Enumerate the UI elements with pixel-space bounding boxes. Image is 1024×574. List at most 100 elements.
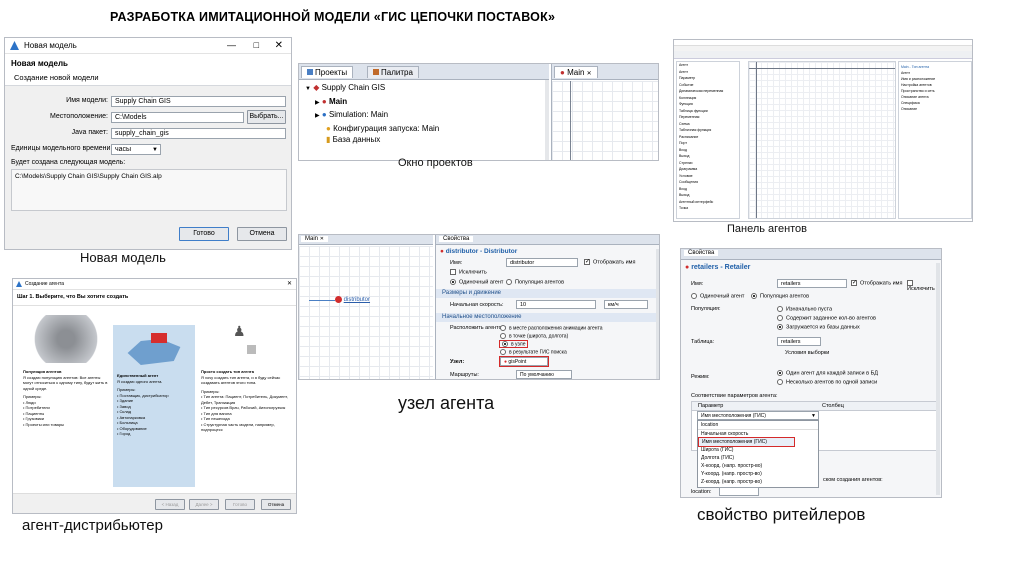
location-field[interactable] <box>719 487 759 496</box>
pop-option-1[interactable]: Содержит заданное кол-во агентов <box>777 315 876 321</box>
exclude-checkbox[interactable] <box>907 280 913 286</box>
location-label: Местоположение: <box>49 113 108 120</box>
dropdown-item[interactable]: location <box>698 421 818 430</box>
node-select[interactable]: ● gisPoint <box>499 356 549 367</box>
ret-single[interactable]: Одиночный агент <box>691 293 744 299</box>
param-dropdown-list[interactable]: location Начальная скорость Имя местопол… <box>697 420 819 488</box>
show-name-checkbox[interactable]: ✓ <box>851 280 857 286</box>
tab-palette[interactable]: Палитра <box>367 66 419 78</box>
ret-show-name[interactable]: ✓ Отображать имя <box>851 280 902 286</box>
show-name-checkbox[interactable]: ✓ <box>584 259 590 265</box>
next-button[interactable]: Далее > <box>189 499 219 510</box>
chevron-right-icon: ▶ <box>315 113 320 119</box>
back-button[interactable]: < Назад <box>155 499 185 510</box>
finish-button[interactable]: Готово <box>225 499 255 510</box>
minimize-icon[interactable]: — <box>227 40 236 50</box>
cancel-button[interactable]: Отмена <box>261 499 291 510</box>
distributor-node-label: distributor <box>343 297 371 304</box>
location-field[interactable]: C:\Models <box>111 112 244 123</box>
tree-scrollbar[interactable] <box>545 80 549 160</box>
dist-name-field[interactable]: distributor <box>506 258 578 267</box>
palette-item[interactable]: Точка <box>679 205 739 212</box>
maximize-icon[interactable]: □ <box>254 40 259 50</box>
option-single-agent[interactable]: Единственный агент Я создаю одного агент… <box>113 325 195 487</box>
routes-select[interactable]: По умолчанию <box>516 370 572 379</box>
mode-radio[interactable] <box>777 370 783 376</box>
dist-exclude[interactable]: Исключить <box>450 269 487 275</box>
tab-palette-label: Палитра <box>381 68 413 77</box>
dist-show-name[interactable]: ✓ Отображать имя <box>584 259 635 265</box>
section-location[interactable]: Начальное местоположение <box>436 313 659 322</box>
pop-option-2[interactable]: Загружается из базы данных <box>777 324 860 330</box>
dropdown-item[interactable]: Долгота (ГИС) <box>698 454 818 462</box>
tree-item-main[interactable]: ▶ ● Main <box>305 96 545 110</box>
model-name-field[interactable]: Supply Chain GIS <box>111 96 286 107</box>
mode-option-0[interactable]: Один агент для каждой записи в БД <box>777 370 878 376</box>
ret-scrollbar[interactable] <box>936 263 940 495</box>
tree-database-label: База данных <box>332 135 381 144</box>
java-package-field[interactable]: supply_chain_gis <box>111 128 286 139</box>
mode-radio[interactable] <box>777 379 783 385</box>
caption-projects-window: Окно проектов <box>398 157 473 169</box>
tree-item-root[interactable]: ▼ ◆ Supply Chain GIS <box>305 82 545 96</box>
close-icon[interactable]: ✕ <box>275 40 283 51</box>
tab-main[interactable]: ● Main ✕ <box>554 66 598 78</box>
place-option-2[interactable]: в узле <box>498 339 529 349</box>
tab-main[interactable]: Main ✕ <box>301 236 328 242</box>
speed-field[interactable]: 10 <box>516 300 596 309</box>
tab-properties[interactable]: Свойства <box>684 250 719 256</box>
pop-option-0[interactable]: Изначально пуста <box>777 306 832 312</box>
ret-name-field[interactable]: retailers <box>777 279 847 288</box>
agent-canvas[interactable] <box>748 61 896 219</box>
dropdown-item[interactable]: Начальная скорость <box>698 430 818 438</box>
dist-canvas[interactable] <box>299 246 433 379</box>
main-canvas[interactable] <box>552 81 658 160</box>
tree-item-simulation[interactable]: ▶ ● Simulation: Main <box>305 109 545 123</box>
close-icon[interactable]: ✕ <box>587 71 592 77</box>
dist-single[interactable]: Одиночный агент <box>450 279 503 285</box>
dropdown-item[interactable]: Широта (ГИС) <box>698 446 818 454</box>
dropdown-item[interactable]: X-коорд. (напр. простр-во) <box>698 462 818 470</box>
pop-radio[interactable] <box>777 315 783 321</box>
close-icon[interactable]: ✕ <box>287 279 292 289</box>
cancel-button[interactable]: Отмена <box>237 227 287 241</box>
distributor-node[interactable]: distributor <box>335 296 370 303</box>
pop-radio[interactable] <box>777 324 783 330</box>
tree-item-database[interactable]: ▮ База данных <box>305 134 545 146</box>
place-option-3[interactable]: в результате ГИС поиска <box>500 349 567 355</box>
population-radio[interactable] <box>751 293 757 299</box>
place-radio[interactable] <box>500 349 506 355</box>
dropdown-item[interactable]: Z-коорд. (напр. простр-во) <box>698 478 818 486</box>
option-agent-type[interactable]: ♟ Просто создать тип агента Я хочу созда… <box>201 325 291 489</box>
population-radio[interactable] <box>506 279 512 285</box>
param-dropdown[interactable]: Имя местоположения (ГИС) ▼ <box>697 411 819 420</box>
time-units-select[interactable]: часы ▼ <box>111 144 161 155</box>
ok-button[interactable]: Готово <box>179 227 229 241</box>
place-radio[interactable] <box>500 325 506 331</box>
props-scrollbar[interactable] <box>656 249 659 379</box>
tab-projects[interactable]: Проекты <box>301 66 354 78</box>
mode-option-1[interactable]: Несколько агентов по одной записи <box>777 379 877 385</box>
place-radio[interactable] <box>502 341 508 347</box>
place-option-0[interactable]: в месте расположения анимации агента <box>500 325 603 331</box>
tab-properties[interactable]: Свойства <box>439 236 474 242</box>
option-population[interactable]: Популяция агентов Я создаю популяцию аге… <box>23 311 109 486</box>
props-item[interactable]: Описание <box>901 106 969 112</box>
dist-population[interactable]: Популяция агентов <box>506 279 564 285</box>
exclude-checkbox[interactable] <box>450 269 456 275</box>
location-label: location: <box>691 489 712 495</box>
section-dimensions[interactable]: Размеры и движение <box>436 289 659 298</box>
close-icon[interactable]: ✕ <box>320 236 324 242</box>
ret-population[interactable]: Популяция агентов <box>751 293 809 299</box>
place-option-1[interactable]: в точке (широта, долгота) <box>500 333 568 339</box>
pop-radio[interactable] <box>777 306 783 312</box>
dropdown-item-selected[interactable]: Имя местоположения (ГИС) <box>698 437 795 447</box>
single-agent-radio[interactable] <box>450 279 456 285</box>
tree-item-config[interactable]: ● Конфигурация запуска: Main <box>305 123 545 135</box>
single-agent-radio[interactable] <box>691 293 697 299</box>
table-select[interactable]: retailers <box>777 337 821 346</box>
dropdown-item[interactable]: Y-коорд. (напр. простр-во) <box>698 470 818 478</box>
place-radio[interactable] <box>500 333 506 339</box>
speed-unit-select[interactable]: км/ч <box>604 300 648 309</box>
browse-button[interactable]: Выбрать... <box>247 110 286 124</box>
